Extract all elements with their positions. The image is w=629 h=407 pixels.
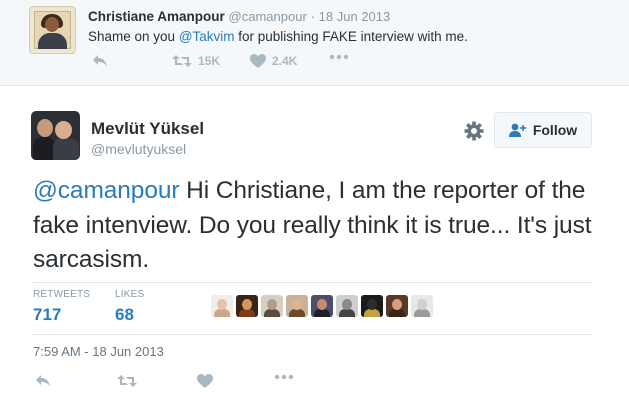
parent-tweet[interactable]: Christiane Amanpour @camanpour · 18 Jun … — [0, 0, 629, 86]
retweet-count: 15K — [198, 54, 221, 68]
like-button[interactable] — [197, 374, 213, 388]
stats-divider-bottom — [33, 334, 593, 335]
reply-button[interactable] — [92, 54, 108, 68]
like-button[interactable]: 2.4K — [250, 54, 297, 68]
stats-divider-top — [33, 282, 593, 283]
liker-avatar[interactable] — [361, 295, 383, 317]
parent-tweet-header: Christiane Amanpour @camanpour · 18 Jun … — [88, 9, 390, 24]
more-button[interactable] — [329, 54, 349, 60]
reply-button[interactable] — [35, 374, 51, 388]
parent-author-avatar[interactable] — [29, 6, 76, 54]
more-button[interactable] — [274, 374, 294, 380]
liker-avatar[interactable] — [311, 295, 333, 317]
retweet-icon — [172, 55, 192, 67]
author-handle[interactable]: @mevlutyuksel — [91, 141, 186, 157]
separator-dot: · — [310, 9, 315, 24]
parent-tweet-date[interactable]: 18 Jun 2013 — [319, 9, 391, 24]
heart-icon — [250, 54, 266, 68]
more-dots-icon — [329, 54, 349, 60]
liker-avatars — [211, 295, 433, 317]
likes-label: LIKES — [115, 289, 145, 300]
liker-avatar[interactable] — [336, 295, 358, 317]
likes-value: 68 — [115, 305, 134, 324]
liker-avatar[interactable] — [261, 295, 283, 317]
follow-button[interactable]: Follow — [494, 112, 592, 148]
heart-icon — [197, 374, 213, 388]
parent-author-handle[interactable]: @camanpour — [229, 9, 307, 24]
parent-tweet-text: Shame on you @Takvim for publishing FAKE… — [88, 29, 468, 44]
author-avatar[interactable] — [31, 111, 80, 160]
retweet-button[interactable]: 15K — [172, 54, 220, 68]
retweets-label: RETWEETS — [33, 289, 91, 300]
user-actions-button[interactable] — [464, 121, 484, 141]
tweet-actions — [33, 374, 333, 392]
reply-arrow-icon — [36, 375, 50, 387]
likes-stat[interactable]: LIKES 68 — [115, 289, 144, 325]
liker-avatar[interactable] — [411, 295, 433, 317]
author-name[interactable]: Mevlüt Yüksel — [91, 119, 204, 139]
tweet-text: @camanpour Hi Christiane, I am the repor… — [33, 174, 603, 278]
mention-link-camanpour[interactable]: @camanpour — [33, 177, 180, 204]
more-dots-icon — [274, 374, 294, 380]
parent-text-part: Shame on you — [88, 29, 179, 44]
liker-avatar[interactable] — [386, 295, 408, 317]
like-count: 2.4K — [272, 54, 298, 68]
retweets-value: 717 — [33, 305, 62, 324]
retweet-button[interactable] — [117, 374, 137, 388]
tweet-timestamp[interactable]: 7:59 AM - 18 Jun 2013 — [33, 344, 164, 359]
add-user-icon — [508, 123, 526, 137]
reply-arrow-icon — [93, 55, 107, 67]
retweet-icon — [117, 375, 137, 387]
liker-avatar[interactable] — [236, 295, 258, 317]
retweets-stat[interactable]: RETWEETS 717 — [33, 289, 90, 325]
follow-button-label: Follow — [532, 122, 578, 138]
parent-author-name[interactable]: Christiane Amanpour — [88, 9, 225, 24]
parent-text-part: for publishing FAKE interview with me. — [234, 29, 468, 44]
liker-avatar[interactable] — [211, 295, 233, 317]
gear-icon — [464, 121, 484, 141]
mention-link-takvim[interactable]: @Takvim — [179, 29, 235, 44]
liker-avatar[interactable] — [286, 295, 308, 317]
